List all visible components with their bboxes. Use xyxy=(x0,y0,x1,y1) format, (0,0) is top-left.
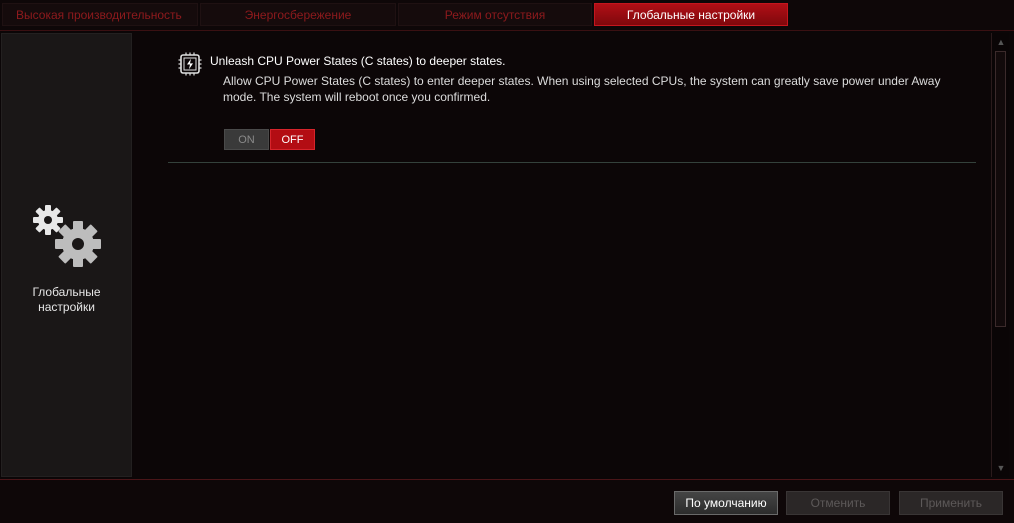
scroll-down-arrow-icon[interactable]: ▼ xyxy=(994,461,1008,475)
default-button[interactable]: По умолчанию xyxy=(674,491,778,515)
tab-bar: Высокая производительность Энергосбереже… xyxy=(0,0,1014,31)
app-window: Высокая производительность Энергосбереже… xyxy=(0,0,1014,523)
sidebar-panel: Глобальные настройки xyxy=(1,33,132,477)
sidebar-label: Глобальные настройки xyxy=(32,285,101,314)
tab-global-settings[interactable]: Глобальные настройки xyxy=(594,3,788,26)
vertical-scrollbar[interactable]: ▲ ▼ xyxy=(991,33,1009,477)
settings-content: Unleash CPU Power States (C states) to d… xyxy=(133,33,991,477)
apply-button[interactable]: Применить xyxy=(899,491,1003,515)
section-divider xyxy=(168,162,976,163)
tab-power-saving[interactable]: Энергосбережение xyxy=(200,3,396,26)
tab-high-performance[interactable]: Высокая производительность xyxy=(2,3,198,26)
cstates-toggle: ON OFF xyxy=(224,129,315,150)
toggle-on-button[interactable]: ON xyxy=(224,129,269,150)
tab-away-mode[interactable]: Режим отсутствия xyxy=(398,3,592,26)
cancel-button[interactable]: Отменить xyxy=(786,491,890,515)
footer-bar: По умолчанию Отменить Применить xyxy=(0,479,1014,523)
feature-description: Allow CPU Power States (C states) to ent… xyxy=(223,74,941,104)
gears-icon xyxy=(33,205,101,267)
toggle-off-button[interactable]: OFF xyxy=(270,129,315,150)
feature-title: Unleash CPU Power States (C states) to d… xyxy=(210,54,506,68)
scroll-thumb[interactable] xyxy=(995,51,1006,327)
cpu-power-icon xyxy=(178,52,202,76)
scroll-up-arrow-icon[interactable]: ▲ xyxy=(994,35,1008,49)
